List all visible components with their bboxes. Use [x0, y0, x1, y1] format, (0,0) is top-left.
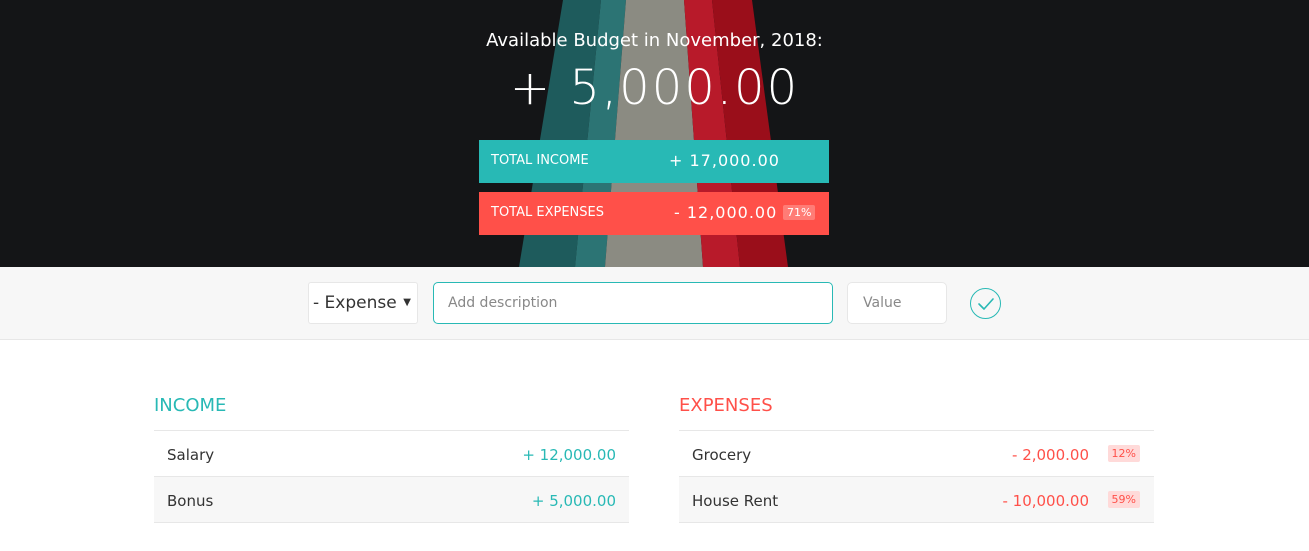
add-item-bar: - Expense ▼ — [0, 267, 1309, 340]
income-list: Income Salary + 12,000.00 Bonus + 5,000.… — [154, 395, 629, 523]
item-description: Bonus — [167, 492, 214, 510]
total-income-label: Total Income — [491, 153, 589, 168]
item-percentage-badge: 12% — [1107, 445, 1140, 462]
income-title: Income — [154, 395, 629, 431]
income-item[interactable]: Bonus + 5,000.00 — [154, 477, 629, 523]
type-select[interactable]: - Expense ▼ — [308, 282, 418, 324]
add-submit-button[interactable] — [970, 288, 1001, 319]
item-value: + 12,000.00 — [522, 446, 616, 464]
expense-item[interactable]: Grocery - 2,000.00 12% — [679, 431, 1154, 477]
value-input[interactable] — [847, 282, 947, 324]
item-percentage-badge: 59% — [1107, 491, 1140, 508]
item-description: House Rent — [692, 492, 779, 510]
item-description: Salary — [167, 446, 215, 464]
income-item[interactable]: Salary + 12,000.00 — [154, 431, 629, 477]
expenses-title: Expenses — [679, 395, 1154, 431]
budget-value: + 5,000.00 — [509, 60, 800, 116]
item-value: + 5,000.00 — [531, 492, 616, 510]
budget-hero: Available Budget in November, 2018: + 5,… — [0, 0, 1309, 267]
dropdown-arrow-icon: ▼ — [403, 297, 411, 308]
item-description: Grocery — [692, 446, 752, 464]
budget-title: Available Budget in November, 2018: — [486, 30, 823, 51]
expense-item[interactable]: House Rent - 10,000.00 59% — [679, 477, 1154, 523]
description-input[interactable] — [433, 282, 833, 324]
expenses-list: Expenses Grocery - 2,000.00 12% House Re… — [679, 395, 1154, 523]
total-income-value: + 17,000.00 — [669, 151, 780, 170]
type-select-value: - Expense — [313, 293, 397, 313]
total-expenses-value: - 12,000.00 — [674, 203, 778, 222]
item-value: - 10,000.00 — [1002, 492, 1089, 510]
total-income-panel: Total Income + 17,000.00 — [479, 140, 829, 183]
checkmark-icon — [978, 298, 994, 310]
item-value: - 2,000.00 — [1012, 446, 1089, 464]
total-expenses-percentage: 71% — [783, 205, 816, 220]
total-expenses-panel: Total Expenses - 12,000.00 71% — [479, 192, 829, 235]
total-expenses-label: Total Expenses — [491, 205, 604, 220]
